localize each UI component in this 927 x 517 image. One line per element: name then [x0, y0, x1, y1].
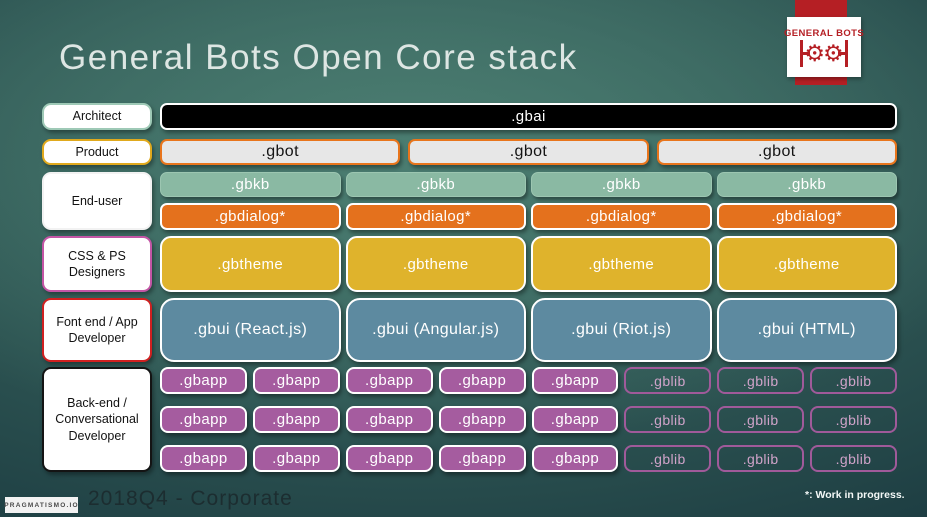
- stack-box-gbapp: .gbapp: [438, 445, 526, 472]
- stack-box-gbapp: .gbapp: [252, 367, 340, 394]
- gear-bar-left-icon: [800, 39, 811, 67]
- stack-box-gblib: .gblib: [810, 445, 897, 472]
- stack-box-gbapp: .gbapp: [252, 445, 340, 472]
- stack-box-gbapp: .gbapp: [252, 406, 340, 433]
- stack-row: .gbkb .gbkb .gbkb .gbkb: [160, 172, 897, 197]
- stack-box-gbkb: .gbkb: [716, 172, 897, 197]
- band-css-ps-designers: CSS & PS Designers .gbtheme .gbtheme .gbthe…: [42, 236, 897, 292]
- stack-diagram: Architect .gbai Product .gbot .gbot .gbot End-…: [42, 103, 897, 472]
- stack-row: .gbapp .gbapp .gbapp .gbapp .gbapp .gblib .gbl…: [160, 406, 897, 433]
- stack-box-gbapp: .gbapp: [531, 367, 619, 394]
- stack-box-gbui: .gbui (Angular.js): [345, 298, 526, 362]
- stack-box-gblib: .gblib: [717, 445, 805, 472]
- role-label-end-user: End-user: [42, 172, 152, 230]
- logo-brand-text: GENERAL BOTS: [783, 27, 865, 39]
- stack-box-gbdialog: .gbdialog*: [716, 203, 897, 230]
- role-label-back-end-conversational-developer: Back-end / Conversational Developer: [42, 367, 152, 472]
- slide-canvas: General Bots Open Core stack GENERAL BOT…: [0, 0, 927, 517]
- stack-box-gbdialog: .gbdialog*: [531, 203, 712, 230]
- band-product: Product .gbot .gbot .gbot: [42, 139, 897, 165]
- stack-box-gblib: .gblib: [624, 406, 712, 433]
- pragmatismo-watermark: PRAGMATISMO.IO: [4, 497, 78, 513]
- stack-row: .gbdialog* .gbdialog* .gbdialog* .gbdialog*: [160, 203, 897, 230]
- band-content-css-ps-designers: .gbtheme .gbtheme .gbtheme .gbtheme: [160, 236, 897, 292]
- role-label-css-ps-designers: CSS & PS Designers: [42, 236, 152, 292]
- stack-box-gbapp: .gbapp: [531, 406, 619, 433]
- stack-box-gbot: .gbot: [408, 139, 649, 165]
- stack-box-gbtheme: .gbtheme: [160, 236, 341, 292]
- stack-box-gbkb: .gbkb: [345, 172, 526, 197]
- stack-box-gbapp: .gbapp: [345, 367, 433, 394]
- band-architect: Architect .gbai: [42, 103, 897, 130]
- role-label-architect: Architect: [42, 103, 152, 130]
- role-label-product: Product: [42, 139, 152, 165]
- band-end-user: End-user .gbkb .gbkb .gbkb .gbkb .gbdialog* .g…: [42, 172, 897, 230]
- band-back-end-conversational-developer: Back-end / Conversational Developer .gbap…: [42, 367, 897, 472]
- band-content-front-end-app-developer: .gbui (React.js) .gbui (Angular.js) .gbui …: [160, 298, 897, 362]
- stack-row: .gbot .gbot .gbot: [160, 139, 897, 165]
- general-bots-logo: GENERAL BOTS ⚙ ⚙: [783, 17, 865, 77]
- stack-row: .gbapp .gbapp .gbapp .gbapp .gbapp .gblib .gbl…: [160, 445, 897, 472]
- band-content-product: .gbot .gbot .gbot: [160, 139, 897, 165]
- stack-box-gbot: .gbot: [160, 139, 401, 165]
- stack-box-gbapp: .gbapp: [160, 445, 247, 472]
- page-title: General Bots Open Core stack: [59, 38, 578, 77]
- band-content-end-user: .gbkb .gbkb .gbkb .gbkb .gbdialog* .gbdialog*…: [160, 172, 897, 230]
- stack-box-gbui: .gbui (HTML): [716, 298, 897, 362]
- stack-box-gbtheme: .gbtheme: [345, 236, 526, 292]
- stack-box-gblib: .gblib: [810, 406, 897, 433]
- stack-box-gbapp: .gbapp: [531, 445, 619, 472]
- stack-row: .gbapp .gbapp .gbapp .gbapp .gbapp .gblib .gbl…: [160, 367, 897, 394]
- work-in-progress-footnote: *: Work in progress.: [805, 489, 905, 501]
- stack-box-gbot: .gbot: [656, 139, 897, 165]
- stack-box-gbui: .gbui (Riot.js): [531, 298, 712, 362]
- stack-box-gbui: .gbui (React.js): [160, 298, 341, 362]
- gear-bar-right-icon: [837, 39, 848, 67]
- stack-box-gbapp: .gbapp: [160, 406, 247, 433]
- band-front-end-app-developer: Font end / App Developer .gbui (React.js)…: [42, 298, 897, 362]
- stack-box-gbtheme: .gbtheme: [716, 236, 897, 292]
- stack-box-gbdialog: .gbdialog*: [345, 203, 526, 230]
- gears-icon: ⚙ ⚙: [798, 39, 849, 67]
- stack-box-gbkb: .gbkb: [160, 172, 341, 197]
- band-content-back-end-conversational-developer: .gbapp .gbapp .gbapp .gbapp .gbapp .gblib .gbl…: [160, 367, 897, 472]
- stack-box-gbapp: .gbapp: [438, 367, 526, 394]
- stack-box-gbai: .gbai: [160, 103, 897, 130]
- footer-label: 2018Q4 - Corporate: [88, 487, 293, 510]
- stack-row: .gbtheme .gbtheme .gbtheme .gbtheme: [160, 236, 897, 292]
- stack-row: .gbai: [160, 103, 897, 130]
- band-content-architect: .gbai: [160, 103, 897, 130]
- stack-box-gblib: .gblib: [810, 367, 897, 394]
- stack-box-gblib: .gblib: [624, 367, 712, 394]
- stack-box-gblib: .gblib: [717, 406, 805, 433]
- stack-box-gbapp: .gbapp: [345, 445, 433, 472]
- stack-row: .gbui (React.js) .gbui (Angular.js) .gbui …: [160, 298, 897, 362]
- stack-box-gbapp: .gbapp: [345, 406, 433, 433]
- stack-box-gblib: .gblib: [624, 445, 712, 472]
- stack-box-gbapp: .gbapp: [438, 406, 526, 433]
- stack-box-gbkb: .gbkb: [531, 172, 712, 197]
- stack-box-gbdialog: .gbdialog*: [160, 203, 341, 230]
- stack-box-gbapp: .gbapp: [160, 367, 247, 394]
- stack-box-gbtheme: .gbtheme: [531, 236, 712, 292]
- stack-box-gblib: .gblib: [717, 367, 805, 394]
- role-label-front-end-app-developer: Font end / App Developer: [42, 298, 152, 362]
